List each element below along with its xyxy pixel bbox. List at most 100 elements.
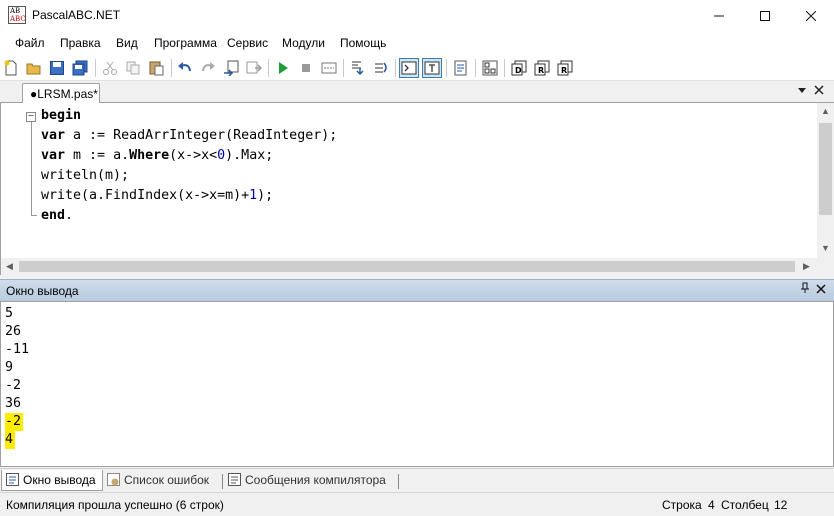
close-icon [816,284,826,294]
output-line: 9 [5,360,14,375]
stop-button[interactable] [296,58,316,78]
cut-button[interactable] [100,58,120,78]
menu-modules[interactable]: Модули [282,36,325,50]
debug-step-into-icon [352,61,364,76]
tab-error-list[interactable]: Список ошибок [103,470,215,491]
copy-button[interactable] [123,58,143,78]
close-tab-button[interactable] [814,84,824,98]
scroll-corner [817,258,834,275]
code-token: a := ReadArrInteger(ReadInteger); [65,128,338,143]
chevron-down-icon [798,88,806,93]
output-line: -2 [5,378,22,393]
code-token: ).Max; [225,148,274,163]
console-icon [401,61,417,75]
output-line: 4 [5,431,16,449]
run-button[interactable] [273,58,293,78]
cut-icon [103,61,117,75]
editor-vertical-scrollbar[interactable]: ▲ ▼ [817,103,834,258]
step-icon [321,62,337,74]
horizontal-scroll-thumb[interactable] [19,261,795,272]
save-all-icon [72,60,88,76]
pin-panel-button[interactable] [800,282,810,297]
toolbar-separator [504,59,505,77]
format-code-icon [224,60,239,76]
console-button[interactable] [399,58,419,78]
scroll-down-arrow-icon[interactable]: ▼ [821,243,830,253]
menu-help[interactable]: Помощь [340,36,386,50]
code-token: end [41,208,66,223]
release-build-button[interactable]: R [555,58,575,78]
output-line: 26 [5,324,22,339]
menu-edit[interactable]: Правка [60,36,101,50]
save-all-button[interactable] [70,58,90,78]
title-bar: AB ABC PascalABC.NET [0,0,834,31]
editor-horizontal-scrollbar[interactable]: ◀ ▶ [1,258,817,275]
open-button[interactable] [24,58,44,78]
text-button[interactable] [422,58,442,78]
output-line: 5 [5,306,14,321]
minimize-button[interactable] [696,0,742,31]
close-window-button[interactable] [788,0,834,31]
menu-service[interactable]: Сервис [227,36,268,50]
menu-bar: Файл Правка Вид Программа Сервис Модули … [0,31,834,55]
maximize-button[interactable] [742,0,788,31]
menu-file[interactable]: Файл [15,36,45,50]
tab-output-window-label: Окно вывода [23,473,96,487]
output-panel-header: Окно вывода [0,279,834,301]
code-token: 0 [217,148,226,163]
code-token: writeln(m); [41,168,130,183]
status-column-value: 12 [774,498,788,512]
toolbar-separator [395,59,396,77]
toolbar-separator [171,59,172,77]
tab-lrsm-pas[interactable]: ●LRSM.pas* [22,83,100,104]
output-line: -2 [5,413,24,431]
svg-text:D: D [515,66,522,75]
close-icon [806,10,816,21]
text-icon [424,61,440,75]
menu-program[interactable]: Программа [154,36,217,50]
output-window[interactable]: 5 26 -11 9 -2 36 -2 4 [0,301,834,467]
status-line-value: 4 [708,498,715,512]
code-token: ); [257,188,274,203]
window-title: PascalABC.NET [32,8,121,22]
close-panel-button[interactable] [816,282,826,297]
code-token: . [65,208,74,223]
tab-list-dropdown[interactable] [797,84,807,98]
step-into-button[interactable] [348,58,368,78]
status-bar: Компиляция прошла успешно (6 строк) Стро… [0,492,834,516]
compile-button[interactable] [244,58,264,78]
references-button[interactable] [480,58,500,78]
scroll-left-arrow-icon[interactable]: ◀ [6,261,13,272]
code-line: writeln(m); [41,166,129,186]
properties-button[interactable] [451,58,471,78]
redo-button[interactable] [198,58,218,78]
step-button[interactable] [319,58,339,78]
format-code-button[interactable] [221,58,241,78]
paste-button[interactable] [146,58,166,78]
save-button[interactable] [47,58,67,78]
code-token: 1 [249,188,258,203]
app-icon-letters-bottom: ABC [10,15,26,23]
status-column-label: Столбец [721,498,769,512]
step-over-button[interactable] [371,58,391,78]
code-token: m := a. [65,148,130,163]
undo-button[interactable] [175,58,195,78]
tab-output-window[interactable]: Окно вывода [1,470,103,491]
new-file-icon [4,60,17,76]
debug-build-button[interactable]: R [532,58,552,78]
pin-icon [801,282,809,293]
scroll-right-arrow-icon[interactable]: ▶ [803,261,810,272]
form-designer-button[interactable]: D [509,58,529,78]
toolbar-separator [446,59,447,77]
maximize-icon [760,10,770,21]
tab-compiler-messages[interactable]: Сообщения компилятора [224,470,392,491]
menu-view[interactable]: Вид [116,36,138,50]
scroll-up-arrow-icon[interactable]: ▲ [821,106,830,116]
code-editor[interactable]: − begin var a := ReadArrInteger(ReadInteg… [0,103,834,275]
vertical-scroll-thumb[interactable] [819,123,832,215]
toolbar-separator [343,59,344,77]
app-icon: AB ABC [8,6,26,24]
fold-toggle[interactable]: − [26,112,36,122]
new-file-button[interactable] [1,58,21,78]
tab-compiler-messages-label: Сообщения компилятора [245,473,386,487]
